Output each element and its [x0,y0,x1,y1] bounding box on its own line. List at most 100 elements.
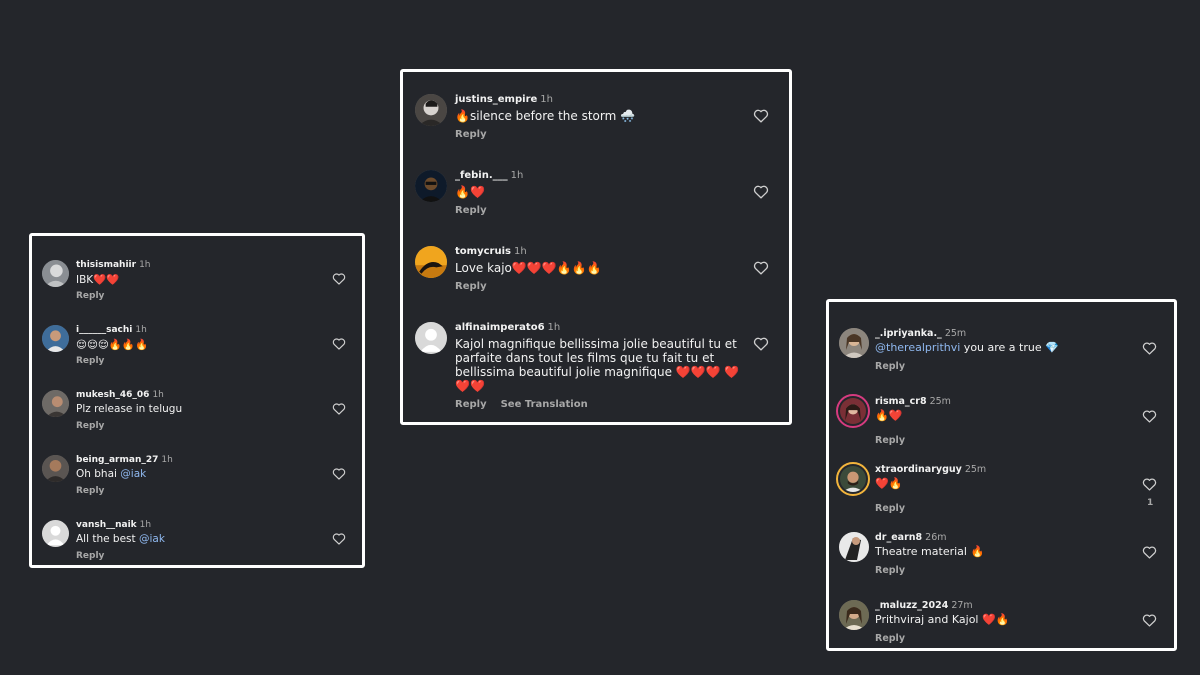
comment-text-suffix: you are a true 💎 [960,341,1059,354]
mention-link[interactable]: @iak [139,533,165,545]
comment-actions: Reply [455,129,487,140]
comment-username[interactable]: i______sachi [76,325,132,335]
comment-username[interactable]: vansh__naik [76,520,137,530]
user-avatar[interactable] [839,328,869,358]
person-photo-icon [415,170,447,202]
user-avatar[interactable] [42,260,69,287]
user-avatar[interactable] [415,94,447,126]
comment-text: Oh bhai @iak [76,468,146,480]
heart-icon [1142,478,1157,491]
user-avatar[interactable] [836,462,870,496]
like-button[interactable] [332,272,346,285]
mention-link[interactable]: @iak [120,468,146,480]
comment-timestamp: 1h [135,325,147,335]
comment-header: alfinaimperato6 1h [455,322,560,333]
like-button[interactable] [753,336,769,351]
user-avatar[interactable] [42,455,69,482]
reply-button[interactable]: Reply [76,486,104,496]
comment-username[interactable]: tomycruis [455,246,511,257]
comment-text: ❤️🔥 [875,477,903,490]
reply-button[interactable]: Reply [455,281,487,292]
person-photo-icon [42,260,69,287]
comment-text: 🔥❤️ [875,409,903,422]
reply-button[interactable]: Reply [76,551,104,561]
like-button[interactable] [1142,545,1157,559]
comment-actions: Reply [875,633,905,644]
like-button[interactable] [1142,409,1157,423]
reply-button[interactable]: Reply [875,361,905,372]
comment-username[interactable]: _febin.___ [455,170,508,181]
like-button[interactable] [332,337,346,350]
comment-timestamp: 25m [964,464,987,475]
reply-button[interactable]: Reply [875,565,905,576]
comment-username[interactable]: thisismahiir [76,260,136,270]
heart-icon [1142,410,1157,423]
like-button[interactable] [1142,477,1157,491]
comment-username[interactable]: justins_empire [455,94,537,105]
comment-timestamp: 25m [929,396,951,407]
comment-username[interactable]: being_arman_27 [76,455,158,465]
heart-icon [1142,546,1157,559]
heart-icon [753,337,769,351]
mention-link[interactable]: @therealprithvi [875,341,960,354]
comment-header: _febin.___ 1h [455,170,523,181]
like-button[interactable] [753,260,769,275]
heart-icon [1142,342,1157,355]
story-ring-avatar-icon [840,398,866,424]
comment-header: _.ipriyanka._ 25m [875,328,966,339]
user-avatar[interactable] [839,532,869,562]
comment-username[interactable]: _maluzz_2024 [875,600,948,611]
like-button[interactable] [332,532,346,545]
comment-timestamp: 1h [540,94,553,105]
reply-button[interactable]: Reply [76,291,104,301]
like-button[interactable] [332,402,346,415]
user-avatar[interactable] [836,394,870,428]
comment-header: being_arman_27 1h [76,455,173,465]
like-button[interactable] [1142,341,1157,355]
person-photo-icon [415,94,447,126]
like-button[interactable] [753,184,769,199]
user-avatar[interactable] [42,390,69,417]
heart-icon [753,261,769,275]
heart-icon [332,468,346,480]
comment-timestamp: 25m [944,328,967,339]
user-avatar[interactable] [42,325,69,352]
like-button[interactable] [332,467,346,480]
user-avatar[interactable] [415,246,447,278]
reply-button[interactable]: Reply [76,356,104,366]
comment-username[interactable]: _.ipriyanka._ [875,328,942,339]
comment-text: 🔥silence before the storm 🌨️ [455,109,636,123]
comment-text: All the best @iak [76,533,165,545]
comment-username[interactable]: alfinaimperato6 [455,322,545,333]
comment-header: thisismahiir 1h [76,260,151,270]
comment-username[interactable]: xtraordinaryguy [875,464,962,475]
reply-button[interactable]: Reply [875,633,905,644]
comment-timestamp: 1h [547,322,561,333]
comment-text: @therealprithvi you are a true 💎 [875,341,1059,354]
see-translation-button[interactable]: See Translation [501,399,588,410]
comment-actions: Reply [875,361,905,372]
user-avatar[interactable] [839,600,869,630]
user-avatar[interactable] [42,520,69,547]
reply-button[interactable]: Reply [455,205,487,216]
reply-button[interactable]: Reply [875,435,905,446]
comment-username[interactable]: risma_cr8 [875,396,927,407]
comment-username[interactable]: mukesh_46_06 [76,390,149,400]
comment-text: 😌😌😌🔥🔥🔥 [76,339,149,351]
heart-icon [753,185,769,199]
sunset-photo-icon [415,246,447,278]
default-avatar-icon [42,520,69,547]
person-photo-icon [42,325,69,352]
user-avatar[interactable] [415,322,447,354]
comment-actions: Reply [455,281,487,292]
reply-button[interactable]: Reply [455,399,487,410]
like-button[interactable] [753,108,769,123]
reply-button[interactable]: Reply [875,503,905,514]
comment-timestamp: 26m [925,532,947,543]
comment-username[interactable]: dr_earn8 [875,532,922,543]
like-button[interactable] [1142,613,1157,627]
user-avatar[interactable] [415,170,447,202]
reply-button[interactable]: Reply [76,421,104,431]
reply-button[interactable]: Reply [455,129,487,140]
heart-icon [1142,614,1157,627]
